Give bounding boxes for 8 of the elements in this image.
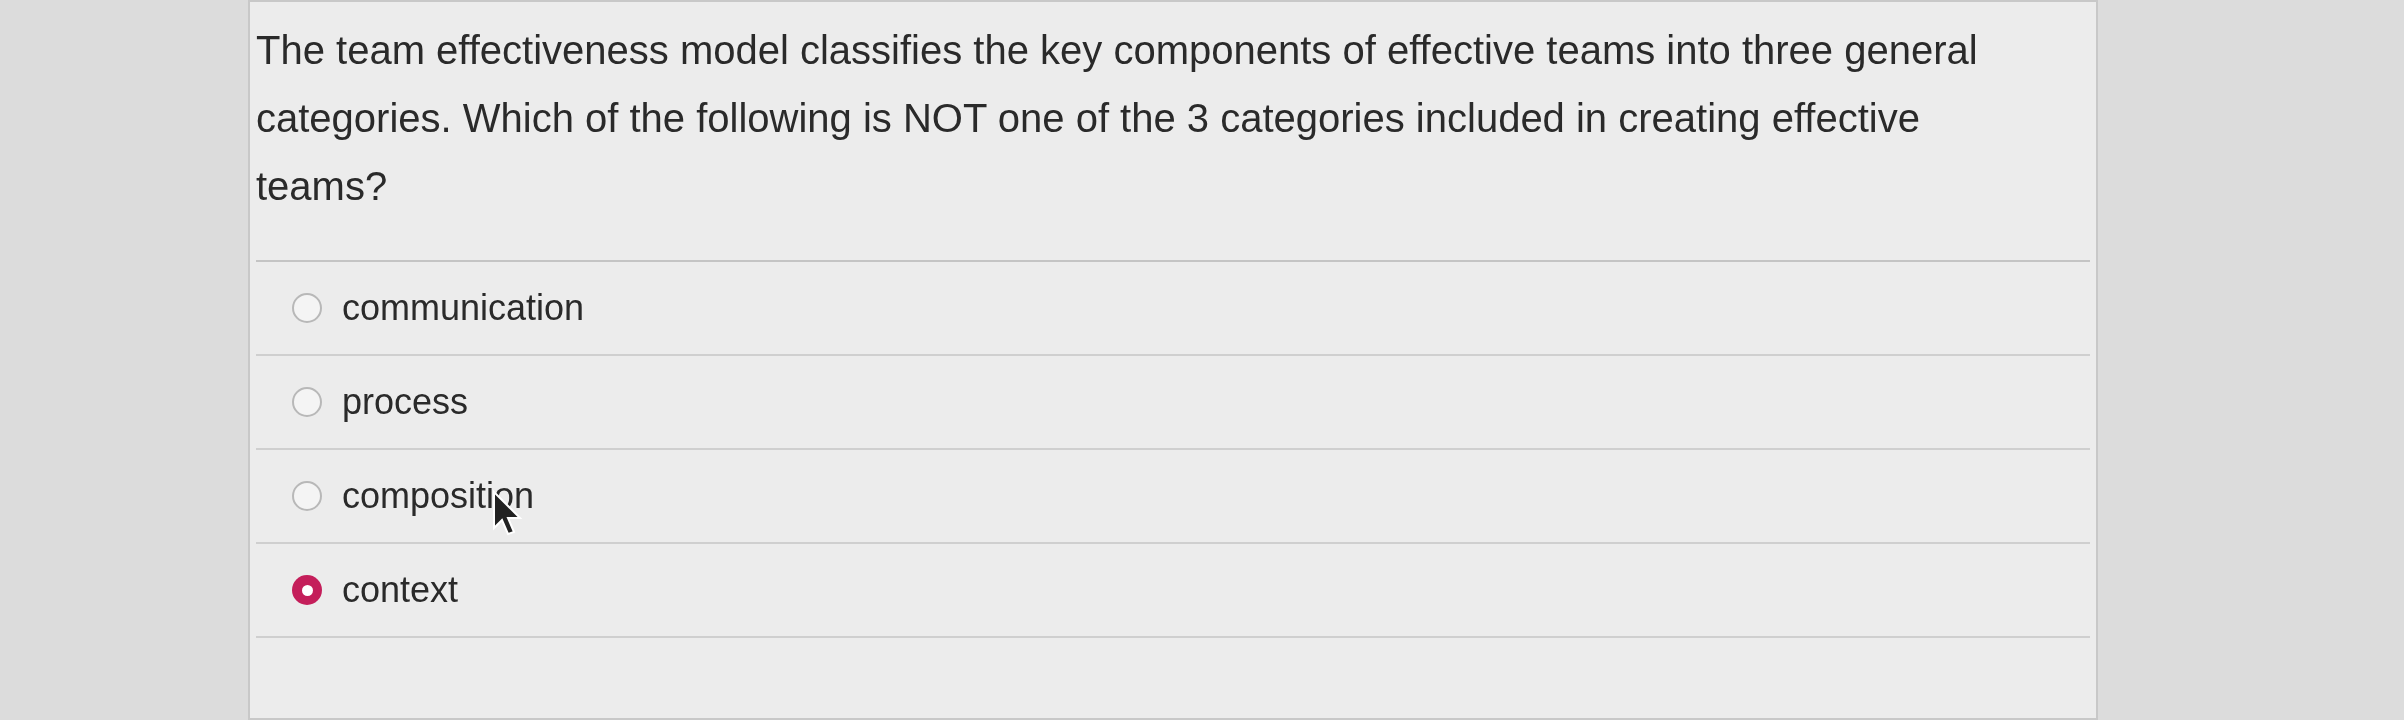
radio-button[interactable] xyxy=(292,481,322,511)
radio-button[interactable] xyxy=(292,575,322,605)
option-label[interactable]: context xyxy=(342,563,459,617)
option-label[interactable]: process xyxy=(342,375,469,429)
radio-button[interactable] xyxy=(292,293,322,323)
option-label[interactable]: communication xyxy=(342,281,585,335)
question-text: The team effectiveness model classifies the key components of effective teams into three general categories. Which of the following is NOT one of the 3 categories included in creating effective teams? xyxy=(256,27,1979,210)
radio-button[interactable] xyxy=(292,387,322,417)
